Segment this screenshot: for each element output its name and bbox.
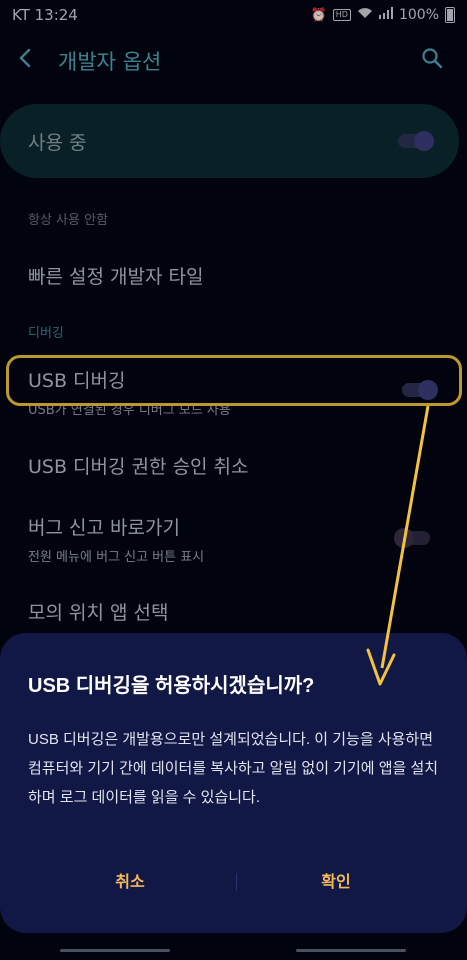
ok-button[interactable]: 확인: [236, 867, 436, 897]
search-icon[interactable]: [421, 47, 449, 75]
status-icons: ⏰ HD 100%: [311, 7, 455, 23]
alarm-icon: ⏰: [310, 7, 327, 23]
usb-debugging-dialog: USB 디버깅을 허용하시겠습니까? USB 디버깅은 개발용으로만 설계되었습…: [0, 633, 467, 933]
carrier-time: KT 13:24: [12, 6, 78, 24]
nav-bar-hint: [296, 949, 406, 952]
master-switch-label: 사용 중: [28, 131, 87, 154]
bug-report-title: 버그 신고 바로가기: [28, 517, 180, 539]
back-arrow-icon[interactable]: [18, 46, 58, 76]
status-bar: KT 13:24 ⏰ HD 100%: [0, 0, 467, 30]
developer-options-master-switch[interactable]: 사용 중: [0, 104, 459, 178]
hd-icon: HD: [332, 9, 351, 21]
section-header-debugging: 디버깅: [28, 326, 64, 341]
cancel-button[interactable]: 취소: [30, 867, 230, 897]
master-toggle[interactable]: [398, 131, 434, 151]
battery-icon: [445, 7, 455, 23]
wifi-icon: [357, 7, 373, 23]
revoke-usb-authorizations-item[interactable]: USB 디버깅 권한 승인 취소: [28, 452, 248, 479]
dialog-message: USB 디버깅은 개발용으로만 설계되었습니다. 이 기능을 사용하면 컴퓨터와…: [28, 731, 439, 806]
battery-percent: 100%: [398, 7, 439, 23]
nav-bar-hint: [60, 949, 170, 952]
quick-settings-tiles-item[interactable]: 빠른 설정 개발자 타일: [28, 262, 203, 289]
dialog-title: USB 디버깅을 허용하시겠습니까?: [28, 675, 315, 697]
mock-location-app-item[interactable]: 모의 위치 앱 선택: [28, 598, 168, 625]
bug-report-shortcut-item[interactable]: 버그 신고 바로가기 전원 메뉴에 버그 신고 버튼 표시: [28, 513, 204, 565]
page-title: 개발자 옵션: [58, 50, 162, 74]
bug-report-subtitle: 전원 메뉴에 버그 신고 버튼 표시: [28, 550, 205, 565]
bug-report-toggle[interactable]: [394, 528, 430, 548]
signal-icon: [378, 7, 393, 23]
app-bar: 개발자 옵션: [0, 38, 467, 84]
always-on-caption: 항상 사용 안함: [28, 213, 109, 228]
usb-debugging-highlight-box: [6, 355, 462, 406]
